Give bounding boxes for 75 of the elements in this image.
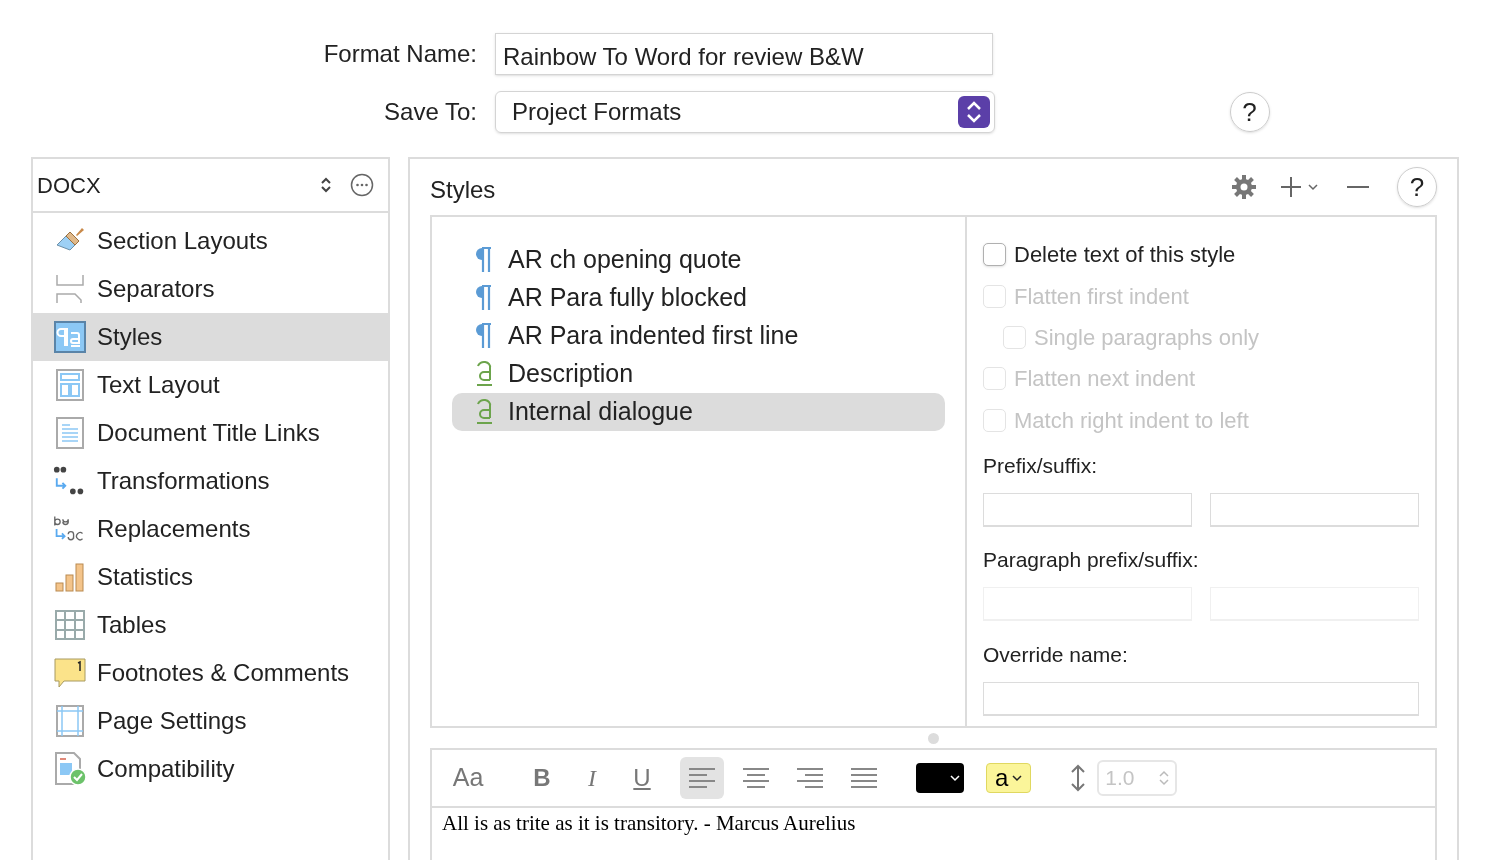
sidebar-item[interactable]: Separators bbox=[33, 265, 388, 313]
chevron-down-icon bbox=[1012, 774, 1023, 782]
format-name-label: Format Name: bbox=[322, 39, 477, 69]
field-label: Override name: bbox=[983, 641, 1129, 668]
align-center-icon bbox=[743, 767, 769, 789]
character-style-icon bbox=[474, 398, 494, 426]
highlight-button[interactable]: a bbox=[986, 763, 1032, 793]
text-color-button[interactable] bbox=[916, 763, 964, 793]
text-field[interactable] bbox=[983, 492, 1192, 527]
bar-chart-icon bbox=[54, 561, 86, 593]
minus-icon bbox=[1347, 185, 1369, 189]
separator-icon bbox=[54, 273, 86, 305]
field-label: Prefix/suffix: bbox=[983, 452, 1098, 479]
sidebar-item[interactable]: Styles bbox=[33, 313, 388, 361]
italic-button[interactable]: I bbox=[572, 760, 612, 796]
document-icon bbox=[54, 417, 86, 449]
justify-icon bbox=[851, 767, 877, 789]
sidebar-item[interactable]: Statistics bbox=[33, 553, 388, 601]
option-label: Flatten first indent bbox=[1014, 283, 1189, 312]
alignment-button[interactable] bbox=[680, 757, 724, 799]
option-label: Match right indent to left bbox=[1014, 407, 1249, 436]
align-right-icon bbox=[797, 767, 823, 789]
table-icon bbox=[54, 609, 86, 641]
more-options-icon bbox=[350, 173, 374, 197]
format-dropdown[interactable]: DOCX bbox=[37, 168, 101, 202]
font-button[interactable]: Aa bbox=[448, 759, 488, 797]
character-style-icon bbox=[474, 360, 494, 388]
format-name-field[interactable]: Rainbow To Word for review B&W bbox=[495, 33, 993, 75]
settings-icon bbox=[1231, 174, 1257, 200]
page-icon bbox=[54, 705, 86, 737]
panel-title: Styles bbox=[430, 175, 496, 205]
preview-text: All is as trite as it is transitory. - Marcus Aurelius bbox=[442, 810, 857, 837]
text-field[interactable] bbox=[983, 682, 1419, 716]
sidebar-item[interactable]: Footnotes & Comments bbox=[33, 649, 388, 697]
up-down-chevron-icon bbox=[320, 176, 332, 194]
paragraph-icon bbox=[474, 322, 494, 350]
paragraph-icon bbox=[474, 284, 494, 312]
field-label: Paragraph prefix/suffix: bbox=[983, 547, 1200, 574]
split-handle[interactable] bbox=[928, 732, 939, 744]
add-button[interactable] bbox=[1279, 175, 1319, 199]
chevron-down-icon bbox=[1307, 183, 1319, 191]
sidebar-item[interactable]: Document Title Links bbox=[33, 409, 388, 457]
line-spacing-icon bbox=[1069, 764, 1088, 792]
option-checkbox[interactable]: Delete text of this style bbox=[983, 233, 1419, 276]
style-item[interactable]: AR Para fully blocked bbox=[452, 279, 945, 317]
sidebar-item[interactable]: Section Layouts bbox=[33, 217, 388, 265]
chevron-down-icon bbox=[950, 774, 960, 782]
speech-bubble-icon bbox=[54, 657, 86, 689]
up-down-chevron-icon bbox=[1159, 770, 1170, 786]
sidebar-item[interactable]: Replacements bbox=[33, 505, 388, 553]
style-item[interactable]: AR ch opening quote bbox=[452, 241, 945, 279]
paragraph-icon bbox=[474, 246, 494, 274]
option-label: Single paragraphs only bbox=[1034, 323, 1260, 352]
underline-button[interactable]: U bbox=[622, 760, 662, 796]
sidebar-item[interactable]: Page Settings bbox=[33, 697, 388, 745]
sidebar-item[interactable]: Tables bbox=[33, 601, 388, 649]
style-item[interactable]: Internal dialogue bbox=[452, 393, 945, 431]
style-item[interactable]: AR Para indented first line bbox=[452, 317, 945, 355]
option-label: Flatten next indent bbox=[1014, 364, 1195, 393]
option-label: Delete text of this style bbox=[1014, 240, 1236, 269]
stepper-icon bbox=[958, 96, 990, 128]
style-item[interactable]: Description bbox=[452, 355, 945, 393]
bold-button[interactable]: B bbox=[522, 760, 562, 796]
save-to-label: Save To: bbox=[383, 97, 477, 127]
checkbox[interactable] bbox=[983, 242, 1006, 266]
sidebar-item[interactable]: Transformations bbox=[33, 457, 388, 505]
document-check-icon bbox=[53, 752, 87, 786]
align-left-icon bbox=[689, 767, 715, 789]
layout-icon bbox=[54, 369, 86, 401]
sidebar-item[interactable]: Compatibility bbox=[33, 745, 388, 793]
plus-icon bbox=[1279, 175, 1303, 199]
text-field[interactable] bbox=[1210, 492, 1419, 527]
styles-icon bbox=[54, 321, 86, 353]
save-to-dropdown[interactable]: Project Formats bbox=[495, 91, 995, 133]
sidebar-item[interactable]: Text Layout bbox=[33, 361, 388, 409]
